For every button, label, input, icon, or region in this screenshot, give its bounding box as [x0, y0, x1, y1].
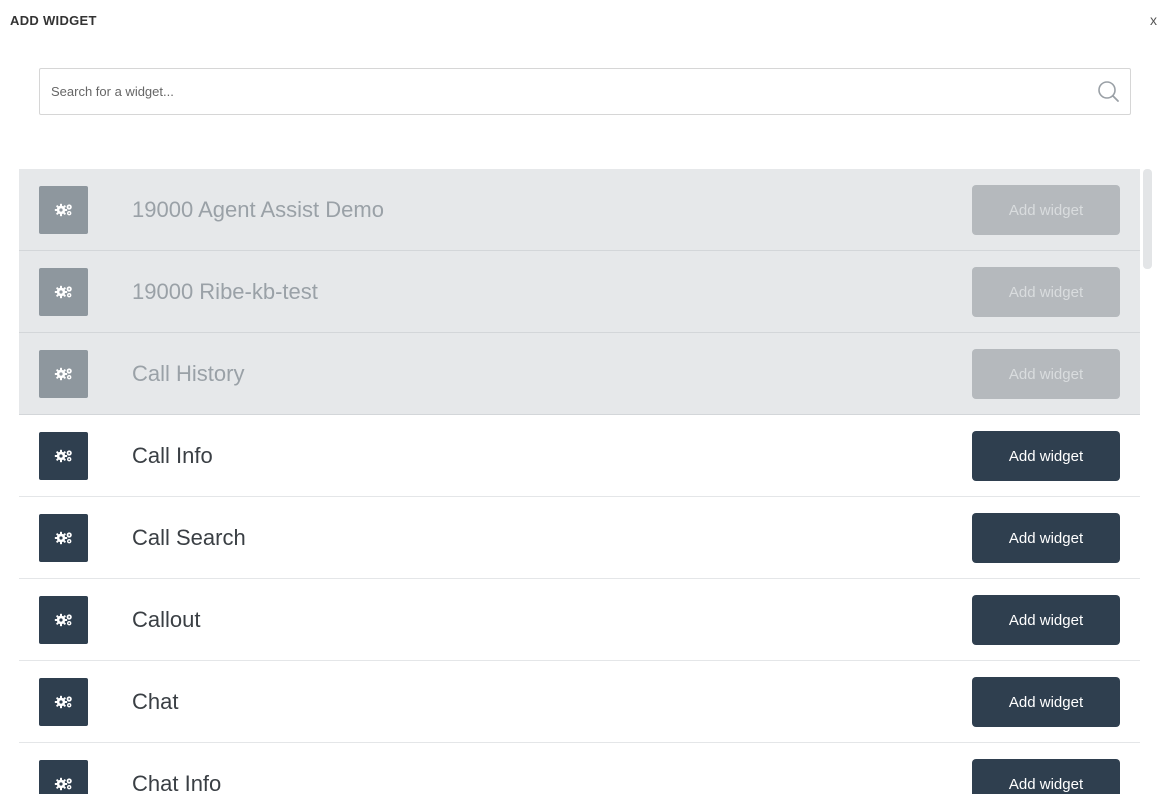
list-item: Callout Add widget	[19, 579, 1140, 661]
list-item: Call Search Add widget	[19, 497, 1140, 579]
add-widget-button[interactable]: Add widget	[972, 759, 1120, 794]
add-widget-button[interactable]: Add widget	[972, 431, 1120, 481]
widget-name: Call Info	[132, 443, 213, 468]
gears-icon	[39, 432, 88, 480]
gears-icon	[39, 678, 88, 726]
add-widget-button: Add widget	[972, 185, 1120, 235]
list-item: 19000 Ribe-kb-test Add widget	[19, 251, 1140, 333]
add-widget-button[interactable]: Add widget	[972, 595, 1120, 645]
widget-name: 19000 Agent Assist Demo	[132, 197, 384, 222]
add-widget-button: Add widget	[972, 349, 1120, 399]
add-widget-dialog: ADD WIDGET x 19000 Agent Assist Demo Add …	[0, 0, 1158, 794]
add-widget-button[interactable]: Add widget	[972, 677, 1120, 727]
widget-list: 19000 Agent Assist Demo Add widget 19000 R…	[19, 169, 1140, 794]
list-item: Call Info Add widget	[19, 415, 1140, 497]
add-widget-button: Add widget	[972, 267, 1120, 317]
list-item: Chat Info Add widget	[19, 743, 1140, 794]
widget-name: 19000 Ribe-kb-test	[132, 279, 318, 304]
gears-icon	[39, 760, 88, 794]
search-icon[interactable]	[1096, 80, 1122, 104]
gears-icon	[39, 186, 88, 234]
widget-name: Chat Info	[132, 771, 222, 794]
dialog-title: ADD WIDGET	[10, 13, 97, 28]
gears-icon	[39, 596, 88, 644]
widget-name: Call Search	[132, 525, 246, 550]
search-box	[39, 68, 1131, 115]
close-button[interactable]: x	[1150, 12, 1157, 28]
list-item: 19000 Agent Assist Demo Add widget	[19, 169, 1140, 251]
list-item: Chat Add widget	[19, 661, 1140, 743]
widget-name: Callout	[132, 607, 201, 632]
gears-icon	[39, 268, 88, 316]
scrollbar[interactable]	[1143, 169, 1152, 269]
gears-icon	[39, 514, 88, 562]
widget-name: Call History	[132, 361, 245, 386]
widget-name: Chat	[132, 689, 179, 714]
search-input[interactable]	[40, 69, 1080, 114]
add-widget-button[interactable]: Add widget	[972, 513, 1120, 563]
list-item: Call History Add widget	[19, 333, 1140, 415]
gears-icon	[39, 350, 88, 398]
